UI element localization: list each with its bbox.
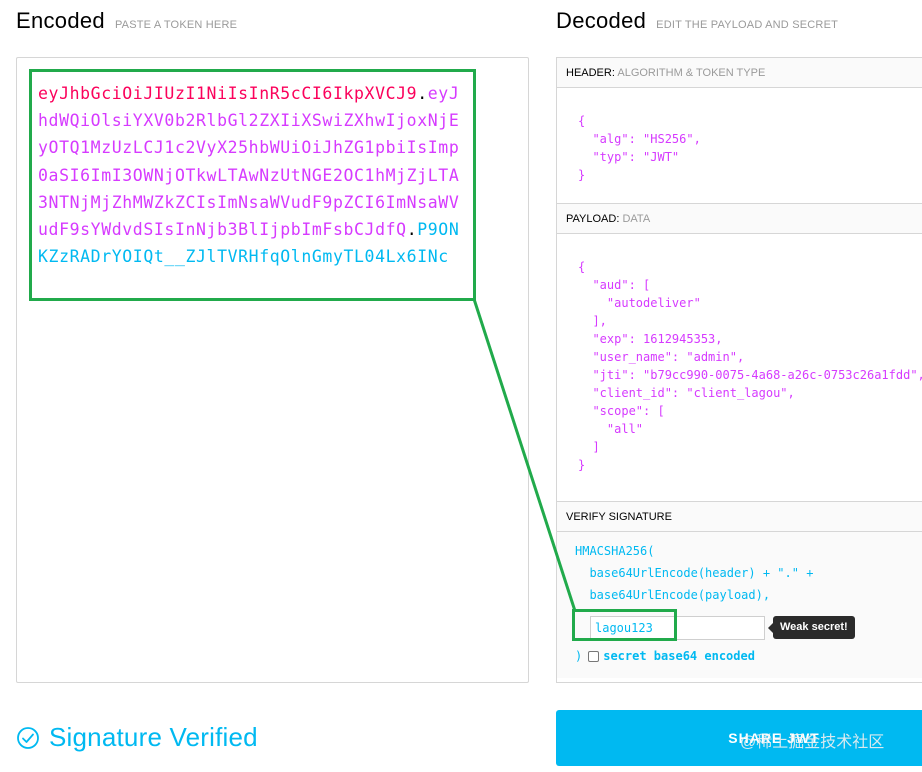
payload-label: PAYLOAD:: [566, 213, 620, 225]
signature-status: Signature Verified: [16, 722, 258, 753]
decoded-panel: HEADER: ALGORITHM & TOKEN TYPE { "alg": …: [556, 57, 922, 683]
close-paren: ): [575, 649, 583, 663]
secret-input[interactable]: lagou123: [590, 616, 765, 640]
payload-section-title: PAYLOAD: DATA: [557, 204, 922, 234]
token-header-part: eyJhbGciOiJIUzI1NiIsInR5cCI6IkpXVCJ9: [38, 84, 418, 103]
base64-checkbox-label[interactable]: secret base64 encoded: [603, 649, 755, 663]
signature-verified-text: Signature Verified: [49, 722, 258, 752]
token-dot: .: [406, 220, 418, 240]
encoded-subtitle: PASTE A TOKEN HERE: [114, 19, 238, 31]
watermark-text: @稀土掘金技术社区: [740, 734, 885, 751]
token-dot: .: [417, 84, 428, 103]
payload-json[interactable]: { "aud": [ "autodeliver" ], "exp": 16129…: [557, 258, 922, 474]
header-section-title: HEADER: ALGORITHM & TOKEN TYPE: [557, 58, 922, 88]
check-circle-icon: [17, 726, 39, 749]
encoded-token-text[interactable]: eyJhbGciOiJIUzI1NiIsInR5cCI6IkpXVCJ9.eyJ…: [38, 80, 468, 270]
sig-payload-line: base64UrlEncode(payload),: [575, 588, 771, 602]
header-json[interactable]: { "alg": "HS256", "typ": "JWT" }: [557, 112, 922, 184]
decoded-title: Decoded: [556, 8, 647, 33]
header-json-editor[interactable]: { "alg": "HS256", "typ": "JWT" }: [557, 88, 922, 204]
payload-json-editor[interactable]: { "aud": [ "autodeliver" ], "exp": 16129…: [557, 234, 922, 502]
token-payload-part: eyJhdWQiOlsiYXV0b2RlbGl2ZXIiXSwiZXhwIjox…: [38, 84, 460, 240]
sig-func-line: HMACSHA256(: [575, 544, 655, 558]
weak-secret-tooltip: Weak secret!: [768, 616, 855, 639]
header-label: HEADER:: [566, 67, 615, 79]
base64-checkbox[interactable]: [588, 650, 600, 662]
decoded-subtitle: EDIT THE PAYLOAD AND SECRET: [656, 19, 839, 31]
verify-signature-title: VERIFY SIGNATURE: [557, 502, 922, 532]
sig-header-line: base64UrlEncode(header) + "." +: [575, 566, 814, 580]
base64-row: ) secret base64 encoded: [575, 649, 755, 663]
header-desc: ALGORITHM & TOKEN TYPE: [617, 67, 766, 79]
encoded-title: Encoded: [16, 8, 105, 33]
payload-desc: DATA: [622, 213, 651, 225]
verify-signature-body: HMACSHA256( base64UrlEncode(header) + ".…: [557, 532, 922, 678]
encoded-heading: Encoded PASTE A TOKEN HERE: [16, 8, 237, 34]
decoded-heading: Decoded EDIT THE PAYLOAD AND SECRET: [556, 8, 838, 34]
